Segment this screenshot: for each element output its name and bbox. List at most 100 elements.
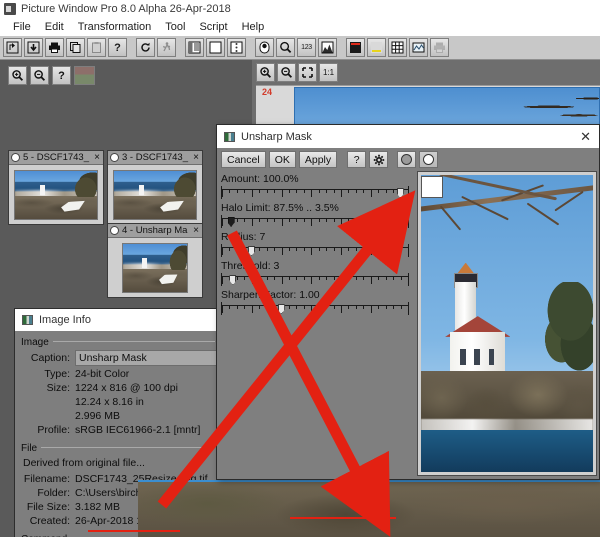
- open-image-button[interactable]: [3, 38, 22, 57]
- radius-slider[interactable]: [221, 244, 409, 257]
- thumbnail-4-unsharp-mask[interactable]: 4 - Unsharp Ma ×: [107, 223, 203, 298]
- thumbnail-label: 5 - DSCF1743_: [23, 152, 93, 163]
- radius-slider-thumb[interactable]: [248, 246, 255, 256]
- application-window: Picture Window Pro 8.0 Alpha 26-Apr-2018…: [0, 0, 600, 537]
- halo-limit-low-thumb[interactable]: [228, 217, 235, 227]
- thumbnail-radio[interactable]: [110, 153, 119, 162]
- ws-zoom-out-button[interactable]: [277, 63, 296, 82]
- close-icon[interactable]: ✕: [576, 130, 595, 143]
- apply-button[interactable]: Apply: [299, 151, 337, 168]
- redo-transform-button[interactable]: [136, 38, 155, 57]
- sharpen-factor-slider[interactable]: [221, 302, 409, 315]
- amount-slider[interactable]: [221, 186, 409, 199]
- radius-label: Radius: 7: [221, 231, 417, 244]
- thumbnail-header: 5 - DSCF1743_ ×: [9, 151, 103, 165]
- amount-color-swatch[interactable]: [421, 176, 443, 198]
- preview-grey-button[interactable]: [397, 151, 416, 168]
- brightness-curve-button[interactable]: [346, 38, 365, 57]
- file-group: File: [21, 441, 215, 454]
- dialog-preview-image[interactable]: [417, 171, 597, 476]
- halo-limit-slider[interactable]: [221, 215, 409, 228]
- numeric-readout-button[interactable]: 123: [297, 38, 316, 57]
- thumbnail-label: 4 - Unsharp Ma: [122, 225, 192, 236]
- menu-item-transformation[interactable]: Transformation: [71, 21, 159, 33]
- thumbnail-5-dscf1743[interactable]: 5 - DSCF1743_ ×: [8, 150, 104, 225]
- list-windows-button[interactable]: [227, 38, 246, 57]
- curves-button[interactable]: [409, 38, 428, 57]
- profile-value: sRGB IEC61966-2.1 [mntr]: [75, 424, 221, 436]
- size-value-inches: 12.24 x 8.16 in: [75, 396, 221, 408]
- close-icon[interactable]: ×: [192, 153, 200, 163]
- threshold-slider-thumb[interactable]: [229, 275, 236, 285]
- ocean: [421, 430, 593, 472]
- sharpen-factor-slider-thumb[interactable]: [278, 304, 285, 314]
- question-icon: ?: [58, 70, 65, 82]
- close-icon[interactable]: ×: [192, 226, 200, 236]
- thumbnail-image: [14, 170, 98, 220]
- dialog-toolbar: Cancel OK Apply ?: [221, 151, 438, 168]
- halo-limit-high-thumb[interactable]: [382, 217, 389, 227]
- size-row-2: 12.24 x 8.16 in: [15, 396, 221, 408]
- histogram-button[interactable]: [318, 38, 337, 57]
- filesize-label: File Size:: [15, 501, 75, 513]
- grid-button[interactable]: [388, 38, 407, 57]
- zoom-out-button[interactable]: [30, 66, 49, 85]
- size-row: Size: 1224 x 816 @ 100 dpi: [15, 382, 221, 394]
- file-group-label: File: [21, 443, 41, 454]
- color-balance-button[interactable]: [367, 38, 386, 57]
- paste-button[interactable]: [87, 38, 106, 57]
- single-window-button[interactable]: [206, 38, 225, 57]
- menu-item-help[interactable]: Help: [235, 21, 272, 33]
- dock-help-button[interactable]: ?: [52, 66, 71, 85]
- image-thumbnail-icon: [224, 132, 235, 142]
- dialog-help-button[interactable]: ?: [347, 151, 366, 168]
- caption-field[interactable]: Unsharp Mask: [75, 350, 217, 366]
- thumbnail-radio[interactable]: [11, 153, 20, 162]
- ok-button[interactable]: OK: [269, 151, 296, 168]
- workspace-toolbar: 1:1: [256, 63, 338, 82]
- color-swatch-button[interactable]: [74, 66, 95, 85]
- ws-actual-size-button[interactable]: 1:1: [319, 63, 338, 82]
- preview-white-button[interactable]: [419, 151, 438, 168]
- copy-button[interactable]: [66, 38, 85, 57]
- underline-maxovershoot: [290, 517, 396, 519]
- image-group-label: Image: [21, 337, 53, 348]
- thumbnail-header: 4 - Unsharp Ma ×: [108, 224, 202, 238]
- thumbnail-image: [113, 170, 197, 220]
- image-bottom-strip: [138, 480, 600, 537]
- ruler-mark: 24: [262, 87, 272, 97]
- thumbnail-radio[interactable]: [110, 226, 119, 235]
- amount-slider-thumb[interactable]: [397, 188, 404, 198]
- main-toolbar: ? 123: [0, 36, 600, 60]
- menu-item-tool[interactable]: Tool: [158, 21, 192, 33]
- dialog-title: Unsharp Mask: [241, 131, 570, 143]
- menu-item-file[interactable]: File: [6, 21, 38, 33]
- dialog-settings-button[interactable]: [369, 151, 388, 168]
- cancel-button[interactable]: Cancel: [221, 151, 266, 168]
- close-icon[interactable]: ×: [93, 153, 101, 163]
- color-picker-button[interactable]: [255, 38, 274, 57]
- caption-row: Caption: Unsharp Mask: [15, 350, 221, 366]
- zoom-tool-button[interactable]: [276, 38, 295, 57]
- dialog-titlebar: Unsharp Mask ✕: [217, 125, 599, 148]
- tile-windows-button[interactable]: [185, 38, 204, 57]
- run-script-button[interactable]: [157, 38, 176, 57]
- threshold-slider[interactable]: [221, 273, 409, 286]
- menu-item-edit[interactable]: Edit: [38, 21, 71, 33]
- profile-label: Profile:: [15, 424, 75, 436]
- thumbnail-3-dscf1743[interactable]: 3 - DSCF1743_ ×: [107, 150, 203, 225]
- size-value-mb: 2.996 MB: [75, 410, 221, 422]
- help-button[interactable]: ?: [108, 38, 127, 57]
- zoom-in-button[interactable]: [8, 66, 27, 85]
- ws-zoom-in-button[interactable]: [256, 63, 275, 82]
- filename-label: Filename:: [15, 473, 75, 485]
- save-image-button[interactable]: [24, 38, 43, 57]
- amount-control: Amount: 100.0%: [221, 173, 417, 199]
- menu-item-script[interactable]: Script: [192, 21, 234, 33]
- dock-toolbar: ?: [8, 66, 95, 85]
- size-label: Size:: [15, 382, 75, 394]
- print-button[interactable]: [45, 38, 64, 57]
- ws-fit-button[interactable]: [298, 63, 317, 82]
- tree-branches: [421, 175, 593, 270]
- print-preview-button[interactable]: [430, 38, 449, 57]
